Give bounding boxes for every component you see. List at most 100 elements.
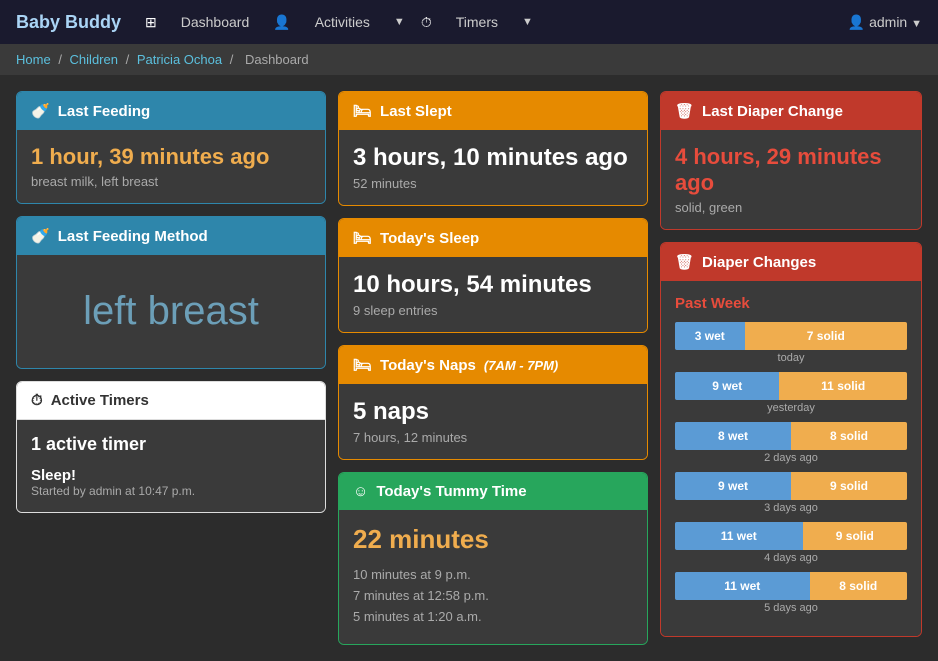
activities-icon: 👤 <box>273 14 290 31</box>
breadcrumb-sep1: / <box>58 52 65 67</box>
bar-solid: 8 solid <box>810 572 907 600</box>
bar-label: 4 days ago <box>675 552 907 564</box>
todays-naps-header: 🛏 Today's Naps (7AM - 7PM) <box>339 346 647 384</box>
tummy-entry-3: 5 minutes at 1:20 a.m. <box>353 609 633 624</box>
brand-baby: Baby <box>16 12 60 32</box>
bar-container: 11 wet 9 solid <box>675 522 907 550</box>
last-slept-body: 3 hours, 10 minutes ago 52 minutes <box>339 130 647 205</box>
bar-label: 2 days ago <box>675 452 907 464</box>
breadcrumb-child[interactable]: Patricia Ochoa <box>137 52 222 67</box>
timer-icon: ⏱ <box>31 392 43 409</box>
bar-solid: 9 solid <box>803 522 907 550</box>
tummy-time-body: 22 minutes 10 minutes at 9 p.m. 7 minute… <box>339 510 647 644</box>
todays-sleep-detail: 9 sleep entries <box>353 303 633 318</box>
last-feeding-detail: breast milk, left breast <box>31 174 311 189</box>
admin-chevron: ▼ <box>911 18 922 30</box>
bar-solid: 7 solid <box>745 322 907 350</box>
tummy-time-card: ☺ Today's Tummy Time 22 minutes 10 minut… <box>338 472 648 645</box>
brand: Baby Buddy <box>16 12 121 33</box>
bar-container: 11 wet 8 solid <box>675 572 907 600</box>
bar-wet: 9 wet <box>675 472 791 500</box>
diaper-changes-card: 🗑 Diaper Changes Past Week 3 wet 7 solid… <box>660 242 922 637</box>
bar-wet: 8 wet <box>675 422 791 450</box>
bar-container: 9 wet 9 solid <box>675 472 907 500</box>
tummy-entry-2: 7 minutes at 12:58 p.m. <box>353 588 633 603</box>
sleep-icon: 🛏 <box>353 102 372 120</box>
last-slept-detail: 52 minutes <box>353 176 633 191</box>
bar-label: today <box>675 352 907 364</box>
breadcrumb-sep2: / <box>126 52 133 67</box>
past-week-label: Past Week <box>675 295 907 312</box>
diaper-changes-body: Past Week 3 wet 7 solid today 9 wet 11 s… <box>661 281 921 636</box>
bar-container: 8 wet 8 solid <box>675 422 907 450</box>
bar-container: 9 wet 11 solid <box>675 372 907 400</box>
nav-activities-chevron: ▼ <box>394 16 405 28</box>
diaper-bar-rows: 3 wet 7 solid today 9 wet 11 solid yeste… <box>675 322 907 614</box>
bar-solid: 8 solid <box>791 422 907 450</box>
last-slept-header: 🛏 Last Slept <box>339 92 647 130</box>
active-timers-card: ⏱ Active Timers 1 active timer Sleep! St… <box>16 381 326 513</box>
feeding-method-value: left breast <box>31 269 311 354</box>
bar-label: 3 days ago <box>675 502 907 514</box>
nav-timers[interactable]: Timers <box>448 10 506 34</box>
bar-solid: 11 solid <box>779 372 907 400</box>
last-feeding-method-body: left breast <box>17 255 325 368</box>
todays-sleep-time: 10 hours, 54 minutes <box>353 271 633 299</box>
column-1: 🍼 Last Feeding 1 hour, 39 minutes ago br… <box>16 91 326 645</box>
last-slept-time: 3 hours, 10 minutes ago <box>353 144 633 172</box>
last-feeding-title: Last Feeding <box>58 103 151 120</box>
nav-dashboard[interactable]: Dashboard <box>173 10 258 34</box>
diaper-bar-row: 8 wet 8 solid 2 days ago <box>675 422 907 464</box>
timer-count: 1 active timer <box>31 434 311 455</box>
nav-timers-chevron: ▼ <box>522 16 533 28</box>
todays-sleep-icon: 🛏 <box>353 229 372 247</box>
todays-naps-title: Today's Naps <box>380 357 476 374</box>
bar-wet: 3 wet <box>675 322 745 350</box>
breadcrumb-current: Dashboard <box>245 52 309 67</box>
admin-label: admin <box>869 14 907 30</box>
diaper-bar-row: 11 wet 9 solid 4 days ago <box>675 522 907 564</box>
navbar: Baby Buddy ⊞ Dashboard 👤 Activities ▼ ⏱ … <box>0 0 938 44</box>
brand-buddy: Buddy <box>60 12 121 32</box>
breadcrumb-home[interactable]: Home <box>16 52 51 67</box>
last-diaper-header: 🗑 Last Diaper Change <box>661 92 921 130</box>
bar-wet: 11 wet <box>675 522 803 550</box>
last-diaper-time: 4 hours, 29 minutes ago <box>675 144 907 196</box>
tummy-minutes: 22 minutes <box>353 524 633 555</box>
active-timers-title: Active Timers <box>51 392 149 409</box>
bar-label: yesterday <box>675 402 907 414</box>
bar-container: 3 wet 7 solid <box>675 322 907 350</box>
tummy-time-title: Today's Tummy Time <box>376 483 526 500</box>
last-diaper-body: 4 hours, 29 minutes ago solid, green <box>661 130 921 229</box>
timers-icon: ⏱ <box>421 14 432 31</box>
breadcrumb-sep3: / <box>230 52 237 67</box>
bar-solid: 9 solid <box>791 472 907 500</box>
naps-detail: 7 hours, 12 minutes <box>353 430 633 445</box>
main-content: 🍼 Last Feeding 1 hour, 39 minutes ago br… <box>0 75 938 661</box>
last-diaper-card: 🗑 Last Diaper Change 4 hours, 29 minutes… <box>660 91 922 230</box>
admin-menu[interactable]: 👤 admin ▼ <box>848 14 922 31</box>
column-2: 🛏 Last Slept 3 hours, 10 minutes ago 52 … <box>338 91 648 645</box>
todays-naps-card: 🛏 Today's Naps (7AM - 7PM) 5 naps 7 hour… <box>338 345 648 460</box>
diaper-bar-row: 3 wet 7 solid today <box>675 322 907 364</box>
diaper-bar-row: 11 wet 8 solid 5 days ago <box>675 572 907 614</box>
todays-sleep-card: 🛏 Today's Sleep 10 hours, 54 minutes 9 s… <box>338 218 648 333</box>
last-feeding-card: 🍼 Last Feeding 1 hour, 39 minutes ago br… <box>16 91 326 204</box>
last-feeding-method-card: 🍼 Last Feeding Method left breast <box>16 216 326 369</box>
tummy-time-header: ☺ Today's Tummy Time <box>339 473 647 510</box>
last-feeding-header: 🍼 Last Feeding <box>17 92 325 130</box>
diaper-changes-header: 🗑 Diaper Changes <box>661 243 921 281</box>
breadcrumb-children[interactable]: Children <box>70 52 118 67</box>
column-3: 🗑 Last Diaper Change 4 hours, 29 minutes… <box>660 91 922 645</box>
feeding-method-icon: 🍼 <box>31 227 50 245</box>
dashboard-icon: ⊞ <box>145 14 157 31</box>
diaper-bar-row: 9 wet 9 solid 3 days ago <box>675 472 907 514</box>
nav-activities[interactable]: Activities <box>307 10 378 34</box>
last-feeding-method-header: 🍼 Last Feeding Method <box>17 217 325 255</box>
timer-name: Sleep! <box>31 467 311 484</box>
active-timers-body: 1 active timer Sleep! Started by admin a… <box>17 420 325 512</box>
last-feeding-method-title: Last Feeding Method <box>58 228 208 245</box>
todays-sleep-header: 🛏 Today's Sleep <box>339 219 647 257</box>
last-feeding-time: 1 hour, 39 minutes ago <box>31 144 311 170</box>
todays-naps-body: 5 naps 7 hours, 12 minutes <box>339 384 647 459</box>
